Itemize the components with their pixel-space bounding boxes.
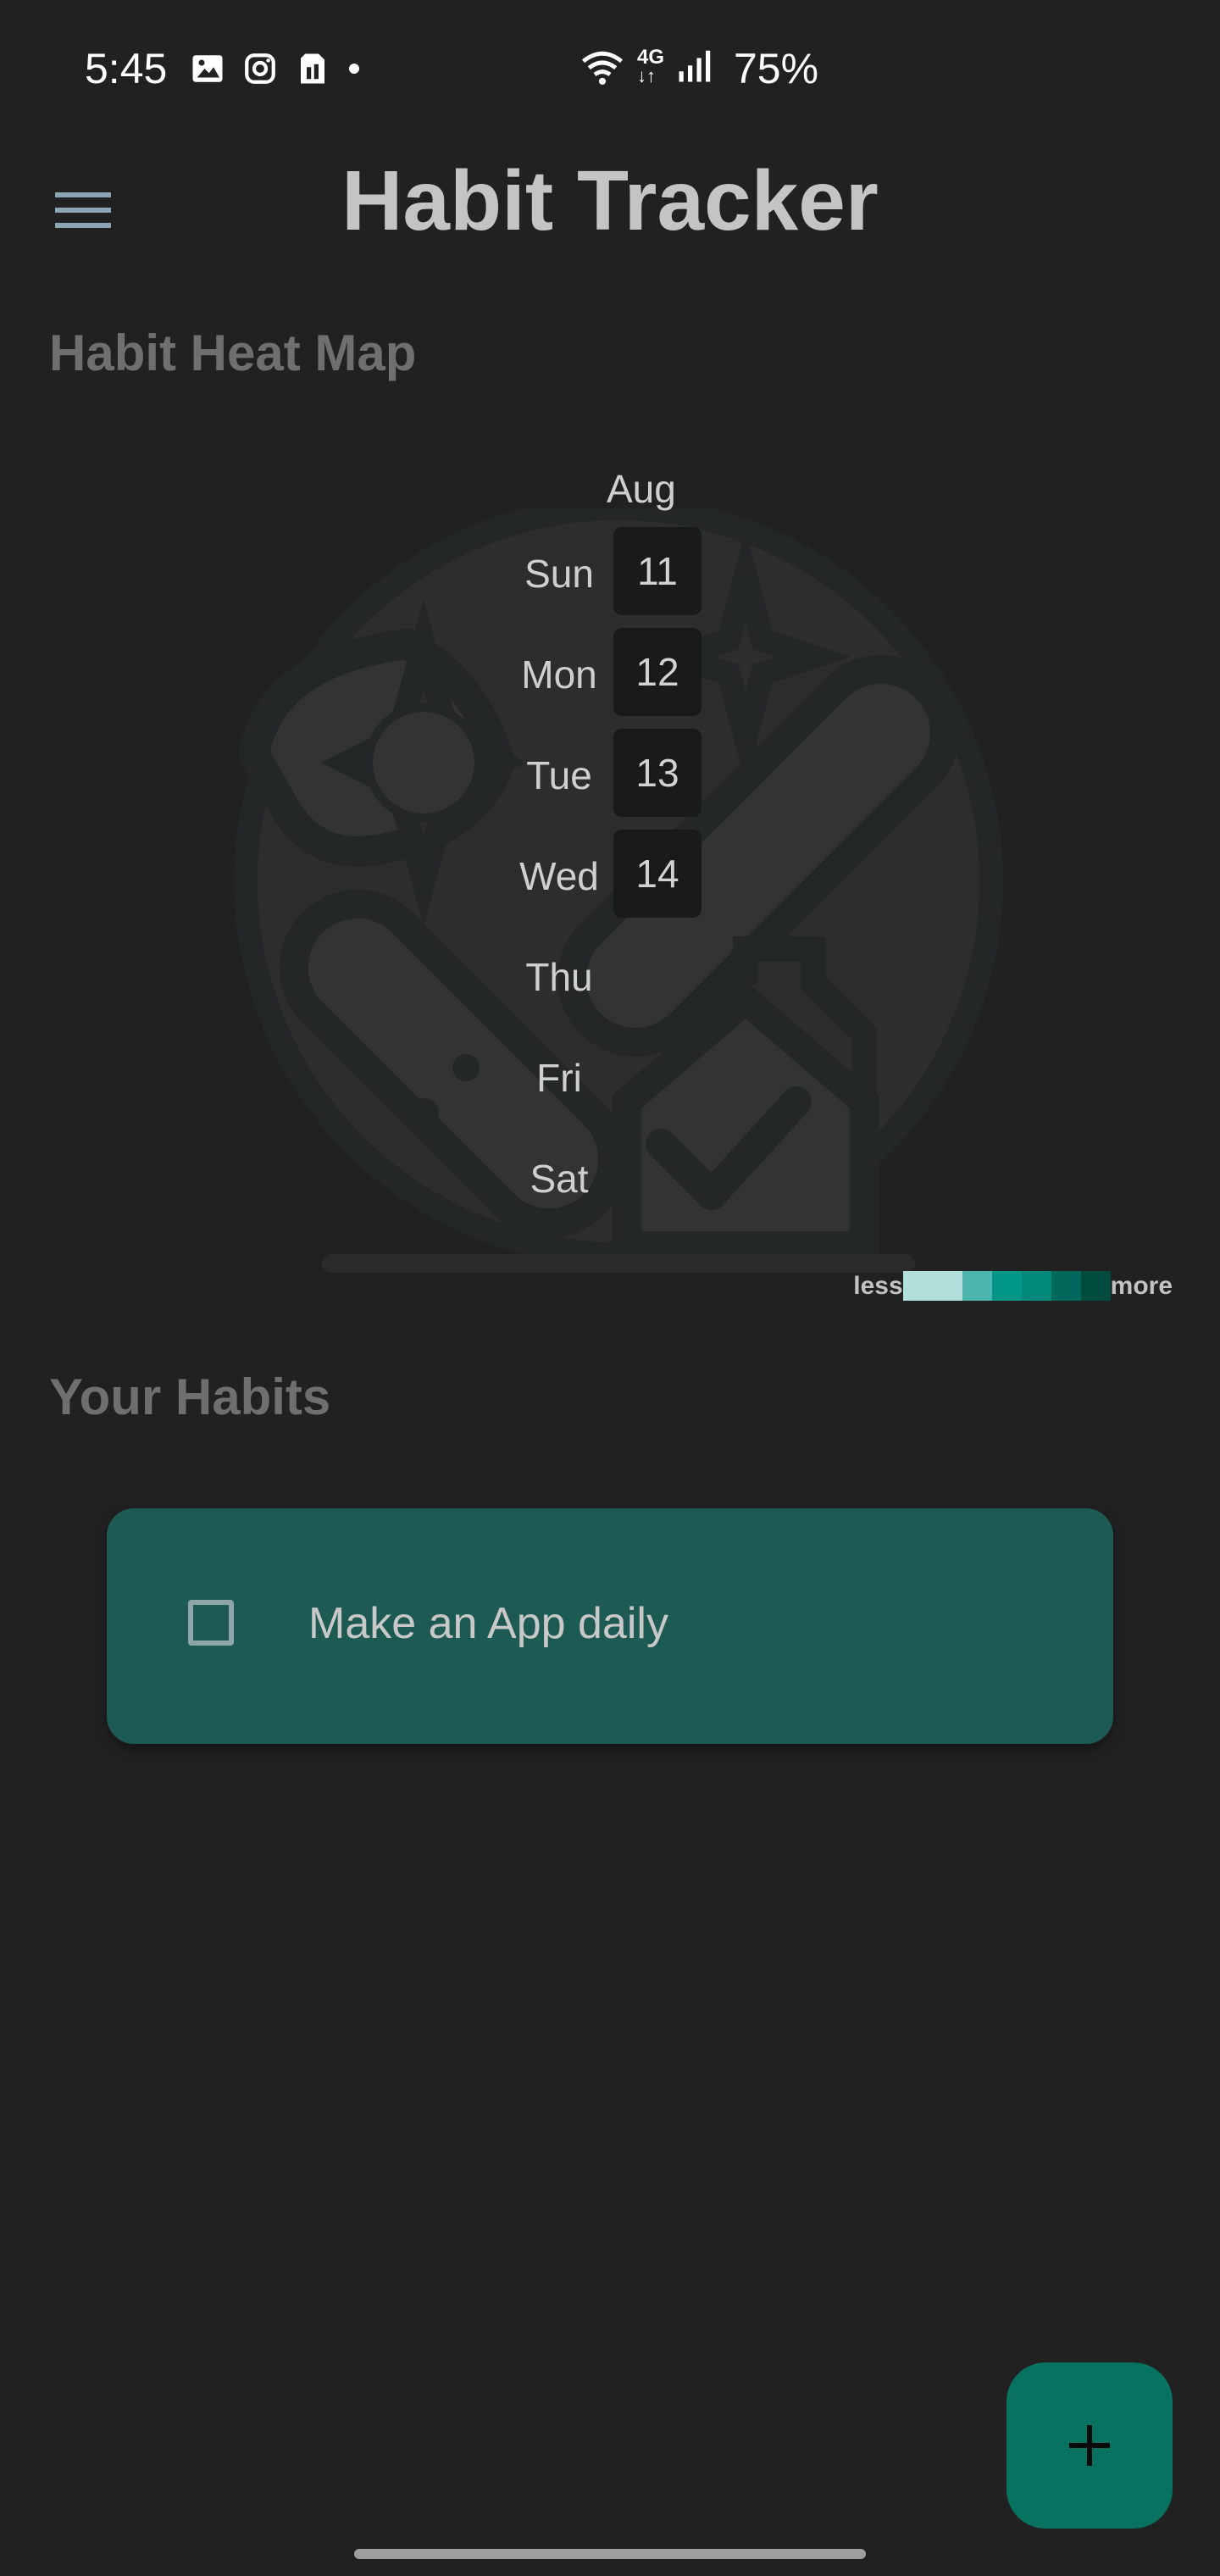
add-habit-button[interactable]: [1006, 2362, 1173, 2529]
legend-swatch: [902, 1271, 933, 1301]
legend-swatch: [962, 1271, 992, 1301]
status-icons-right: 4G ↓↑: [580, 47, 712, 86]
network-4g-icon: 4G ↓↑: [637, 46, 665, 86]
heatmap-title: Habit Heat Map: [49, 325, 417, 381]
app-title: Habit Tracker: [341, 153, 879, 248]
day-label-wed: Wed: [519, 854, 599, 898]
legend-swatch: [1051, 1271, 1081, 1301]
habit-heatmap: Aug Sun Mon Tue Wed Thu Fri Sat 11 12 13…: [0, 441, 1220, 1322]
heatmap-cell[interactable]: 11: [613, 527, 702, 615]
heatmap-legend: less more: [853, 1271, 1173, 1301]
heatmap-cell[interactable]: 13: [613, 729, 702, 817]
day-label-fri: Fri: [536, 1056, 582, 1100]
legend-swatch: [991, 1271, 1022, 1301]
day-label-tue: Tue: [526, 753, 592, 797]
app-bar: Habit Tracker: [0, 144, 1220, 248]
habit-label: Make an App daily: [308, 1599, 668, 1648]
day-label-thu: Thu: [525, 955, 593, 999]
dot-icon: [349, 64, 359, 74]
day-label-sat: Sat: [530, 1157, 589, 1201]
habits-title: Your Habits: [49, 1368, 331, 1425]
status-icons-left: [190, 51, 361, 86]
battery-percentage: 75%: [734, 45, 819, 92]
signal-icon: [679, 50, 711, 82]
legend-swatch: [1021, 1271, 1051, 1301]
plus-icon: [1069, 2425, 1110, 2466]
legend-less-label: less: [853, 1271, 903, 1300]
status-bar: 5:45 4G ↓↑ 75%: [0, 0, 1220, 144]
day-label-sun: Sun: [524, 552, 594, 596]
day-label-mon: Mon: [521, 652, 597, 697]
legend-more-label: more: [1110, 1271, 1173, 1300]
status-time: 5:45: [85, 45, 168, 92]
heatmap-cell[interactable]: 14: [613, 830, 702, 918]
image-icon: [192, 55, 223, 82]
month-label: Aug: [607, 467, 676, 511]
habit-checkbox[interactable]: [188, 1600, 234, 1646]
sim-card-icon: [301, 53, 324, 84]
heatmap-cell[interactable]: 12: [613, 628, 702, 716]
habit-card[interactable]: Make an App daily: [107, 1508, 1113, 1744]
legend-swatch: [1080, 1271, 1111, 1301]
instagram-icon: [245, 53, 275, 84]
wifi-icon: [581, 51, 624, 85]
home-indicator[interactable]: [354, 2549, 866, 2559]
legend-swatch: [932, 1271, 962, 1301]
